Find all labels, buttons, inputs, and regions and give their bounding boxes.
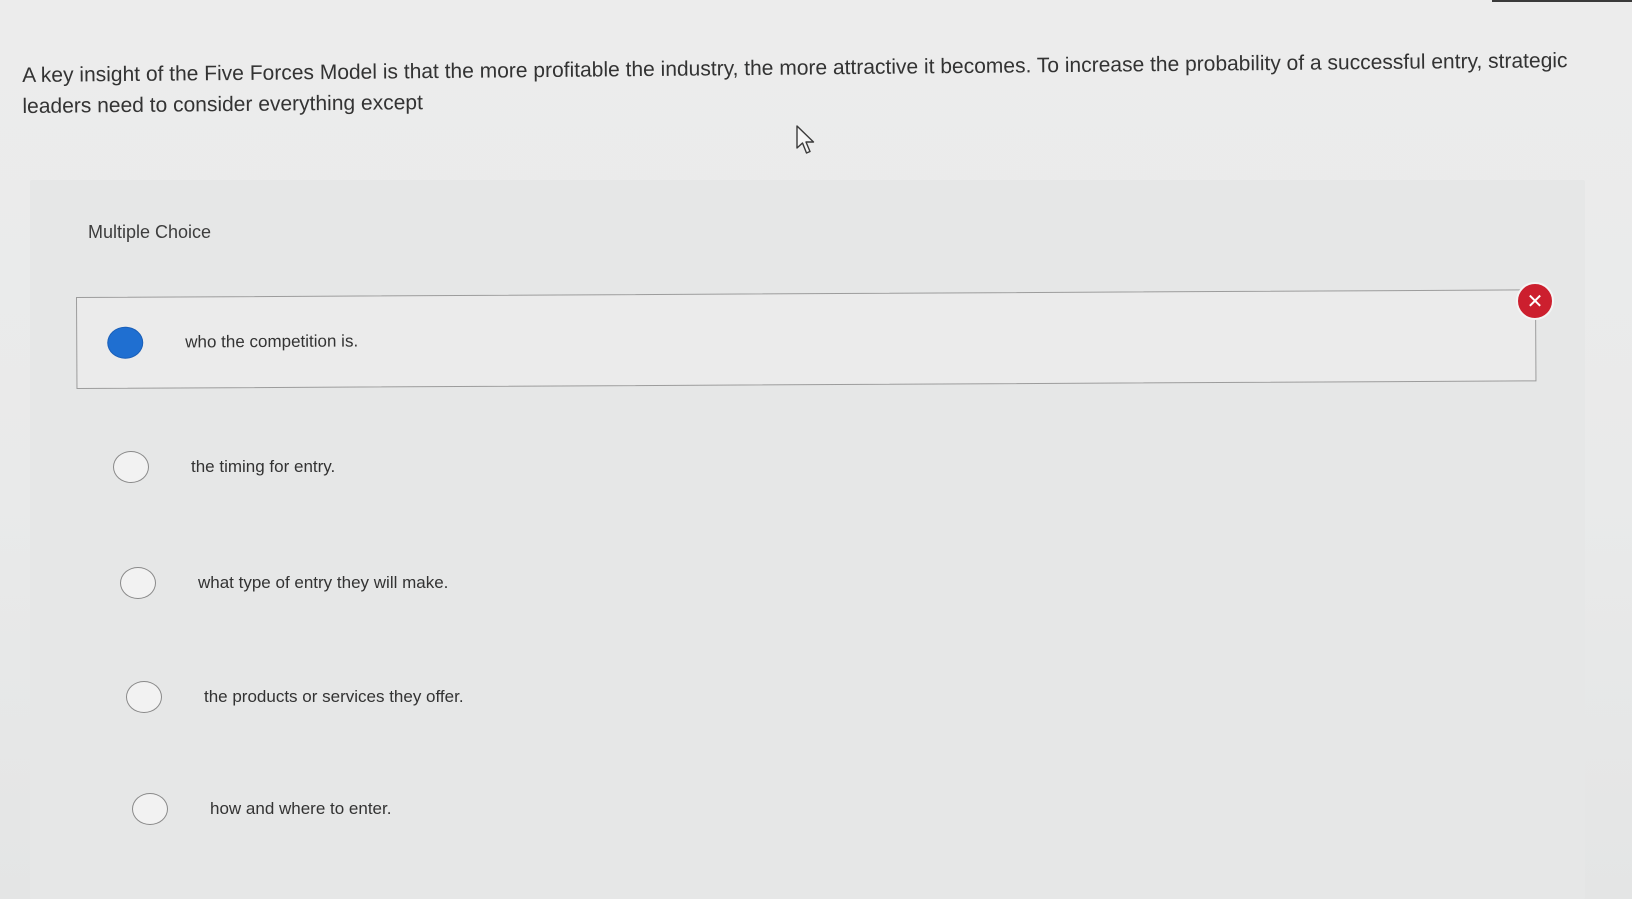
answer-option-2[interactable]: the timing for entry. [113,424,1513,510]
answer-option-3[interactable]: what type of entry they will make. [120,540,1520,626]
incorrect-x-icon: ✕ [1516,282,1554,320]
radio-button[interactable] [126,681,162,713]
answer-option-5[interactable]: how and where to enter. [132,766,1532,852]
question-type-label: Multiple Choice [88,222,212,242]
answer-option-label: how and where to enter. [210,799,392,818]
radio-button[interactable] [132,793,168,825]
top-bar-divider [1492,0,1632,2]
radio-button[interactable] [113,451,149,483]
answer-option-4[interactable]: the products or services they offer. [126,654,1526,740]
radio-button[interactable] [120,567,156,599]
answer-option-label: the products or services they offer. [204,687,464,706]
answer-option-label: what type of entry they will make. [198,573,449,592]
answer-option-1[interactable]: who the competition is. [76,289,1537,389]
radio-button-selected[interactable] [107,326,144,359]
answer-option-label: who the competition is. [185,331,359,352]
answer-option-label: the timing for entry. [191,457,336,476]
question-text: A key insight of the Five Forces Model i… [22,49,1568,118]
mouse-pointer-icon [796,125,815,154]
